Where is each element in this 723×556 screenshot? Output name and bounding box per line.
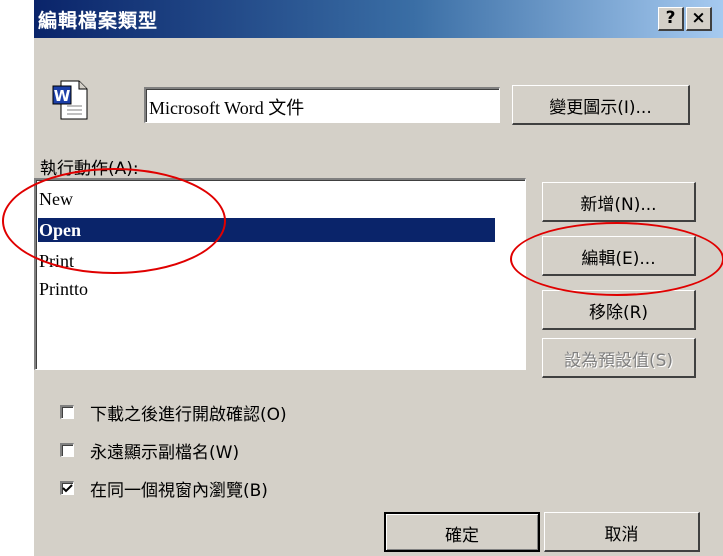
cancel-button[interactable]: 取消 (544, 512, 700, 552)
set-default-button[interactable]: 設為預設值(S) (542, 338, 696, 378)
close-button[interactable]: × (686, 7, 712, 31)
action-item-new[interactable]: New (38, 187, 73, 211)
checkmark-icon (62, 484, 73, 493)
confirm-open-after-download-checkbox[interactable] (60, 405, 74, 419)
set-default-label: 設為預設值(S) (563, 351, 674, 371)
actions-label: 執行動作(A): (40, 159, 139, 179)
help-button[interactable]: ? (658, 7, 684, 31)
actions-list[interactable]: New Open Print Printto (34, 178, 526, 370)
action-item-open[interactable]: Open (38, 218, 495, 242)
browse-same-window-label: 在同一個視窗內瀏覽(B) (90, 481, 268, 501)
change-icon-label: 變更圖示(I)... (549, 98, 652, 118)
confirm-open-after-download-label: 下載之後進行開啟確認(O) (90, 405, 287, 425)
remove-action-button[interactable]: 移除(R) (542, 290, 696, 330)
edit-file-type-dialog: 編輯檔案類型 ? × W Microsoft Word 文件 變更圖示(I)..… (34, 0, 723, 556)
new-action-label: 新增(N)... (580, 195, 657, 215)
ok-button[interactable]: 確定 (384, 512, 540, 552)
action-item-print[interactable]: Print (38, 249, 74, 273)
browse-same-window-checkbox[interactable] (60, 481, 74, 495)
dialog-title: 編輯檔案類型 (38, 10, 159, 32)
action-item-printto[interactable]: Printto (38, 277, 88, 301)
file-type-description-value: Microsoft Word 文件 (149, 98, 305, 118)
always-show-extension-label: 永遠顯示副檔名(W) (90, 443, 240, 463)
change-icon-button[interactable]: 變更圖示(I)... (512, 85, 690, 125)
edit-action-button[interactable]: 編輯(E)... (542, 236, 696, 276)
word-document-icon: W (52, 80, 88, 120)
cancel-label: 取消 (604, 525, 639, 545)
always-show-extension-checkbox[interactable] (60, 443, 74, 457)
word-icon-letter: W (54, 87, 71, 105)
file-type-description-field[interactable]: Microsoft Word 文件 (144, 87, 500, 123)
ok-label: 確定 (445, 526, 479, 546)
title-bar[interactable]: 編輯檔案類型 ? × (34, 0, 723, 38)
new-action-button[interactable]: 新增(N)... (542, 182, 696, 222)
remove-action-label: 移除(R) (588, 303, 649, 323)
edit-action-label: 編輯(E)... (581, 249, 656, 269)
